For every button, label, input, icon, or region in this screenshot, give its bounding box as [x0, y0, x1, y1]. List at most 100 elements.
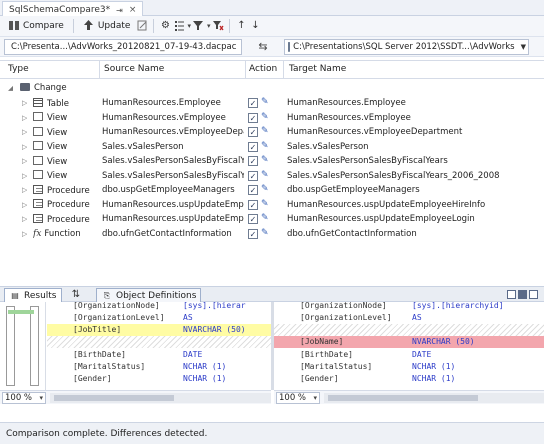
- target-combo[interactable]: C:\Presentations\SQL Server 2012\SSDT...…: [284, 38, 529, 55]
- group-results-icon[interactable]: [173, 20, 185, 32]
- code-line: [OrganizationLevel] AS: [47, 311, 271, 323]
- column-name: [BirthDate]: [300, 349, 353, 359]
- target-zoom-combo[interactable]: 100 % ▾: [276, 391, 320, 404]
- minimap-bar-target: [30, 306, 39, 386]
- table-row[interactable]: ▷ View Sales.vSalesPerson ✓ ✎ Sales.vSalesPer…: [0, 140, 544, 155]
- row-target-name: HumanResources.vEmployee: [287, 112, 411, 123]
- collapse-icon[interactable]: ◢: [8, 84, 13, 92]
- scrollbar-thumb[interactable]: [328, 394, 478, 401]
- include-checkbox[interactable]: ✓: [248, 170, 258, 181]
- table-row[interactable]: ▷ View Sales.vSalesPersonSalesByFiscalYear…: [0, 154, 544, 169]
- tab-results[interactable]: ▤ Results: [4, 288, 62, 302]
- row-type: Procedure: [33, 213, 97, 225]
- column-divider[interactable]: [283, 61, 284, 79]
- include-checkbox[interactable]: ✓: [248, 214, 258, 224]
- compare-button[interactable]: Compare: [4, 18, 68, 35]
- change-action-icon: ✎: [261, 126, 269, 136]
- include-checkbox[interactable]: ✓: [248, 98, 258, 108]
- column-divider[interactable]: [99, 61, 100, 79]
- row-source-name: HumanResources.vEmployee: [102, 112, 226, 123]
- expand-icon[interactable]: ▷: [22, 143, 27, 151]
- chevron-down-icon[interactable]: ▾: [313, 394, 319, 402]
- update-button[interactable]: Update: [79, 18, 135, 35]
- tab-object-definitions[interactable]: ⎘ Object Definitions: [96, 288, 202, 302]
- include-checkbox[interactable]: ✓: [248, 156, 258, 166]
- arrow-up-icon[interactable]: ↑: [235, 20, 247, 32]
- table-row[interactable]: ▷ fx Function dbo.ufnGetContactInformation ✓…: [0, 227, 544, 242]
- column-header-target[interactable]: Target Name: [289, 64, 346, 74]
- chevron-down-icon[interactable]: ▾: [207, 22, 211, 30]
- expand-icon[interactable]: ▷: [22, 157, 27, 165]
- row-type-label: View: [47, 113, 68, 124]
- procedure-icon: [33, 213, 43, 223]
- gear-icon[interactable]: ⚙: [159, 20, 171, 32]
- target-zoom-value: 100 %: [279, 392, 307, 403]
- row-target-name: HumanResources.Employee: [287, 98, 406, 109]
- source-zoom-combo[interactable]: 100 % ▾: [2, 391, 46, 404]
- toolbar-separator: [72, 19, 74, 33]
- expand-icon[interactable]: ▷: [22, 172, 27, 180]
- script-icon[interactable]: [136, 20, 148, 32]
- column-name: [OrganizationNode]: [73, 302, 160, 310]
- table-row[interactable]: ▷ Procedure dbo.uspGetEmployeeManagers ✓ ✎ db…: [0, 183, 544, 198]
- table-row[interactable]: ▷ View HumanResources.vEmployeeDepart ✓ ✎ Hum…: [0, 125, 544, 140]
- scrollbar-thumb[interactable]: [54, 394, 174, 401]
- filter-clear-icon[interactable]: [212, 20, 224, 32]
- table-row[interactable]: ▷ Procedure HumanResources.uspUpdateEmploy…: [0, 212, 544, 227]
- source-horizontal-scrollbar[interactable]: [50, 392, 271, 403]
- table-row[interactable]: ▷ View HumanResources.vEmployee ✓ ✎ HumanReso…: [0, 111, 544, 126]
- column-header-type[interactable]: Type: [8, 64, 29, 74]
- include-checkbox[interactable]: ✓: [248, 199, 258, 210]
- expand-icon[interactable]: ▷: [22, 186, 27, 194]
- include-checkbox[interactable]: ✓: [248, 185, 258, 195]
- chevron-down-icon[interactable]: ▾: [39, 394, 45, 402]
- single-pane-icon[interactable]: [529, 290, 538, 299]
- expand-icon[interactable]: ▷: [22, 128, 27, 136]
- sort-toggle[interactable]: ⇅: [66, 288, 86, 302]
- document-tab[interactable]: SqlSchemaCompare3* ⇥ ×: [2, 1, 144, 16]
- target-sql-pane[interactable]: [OrganizationNode] [sys].[hierarchyid] [Or…: [274, 302, 544, 390]
- row-type-label: Procedure: [47, 200, 90, 211]
- minimap-viewport-marker[interactable]: [8, 310, 34, 314]
- split-vertical-icon[interactable]: [518, 290, 527, 299]
- view-icon: [33, 126, 43, 136]
- group-row-change[interactable]: ◢ Change: [0, 81, 544, 96]
- row-type: View: [33, 155, 97, 167]
- target-horizontal-scrollbar[interactable]: [324, 392, 544, 403]
- table-row[interactable]: ▷ View Sales.vSalesPersonSalesByFiscalYear…: [0, 169, 544, 184]
- row-type-label: View: [47, 156, 68, 167]
- column-name: [JobName]: [300, 337, 344, 347]
- column-header-action[interactable]: Action: [249, 64, 277, 74]
- output-spacer: [0, 404, 544, 422]
- column-type: DATE: [183, 349, 203, 359]
- split-horizontal-icon[interactable]: [507, 290, 516, 299]
- minimap-bar-source: [6, 306, 15, 386]
- source-combo[interactable]: C:\Presenta...\AdvWorks_20120821_07-19-4…: [4, 38, 242, 55]
- difference-minimap[interactable]: [0, 302, 46, 390]
- expand-icon[interactable]: ▷: [22, 114, 27, 122]
- column-divider[interactable]: [245, 61, 246, 79]
- table-row[interactable]: ▷ Table HumanResources.Employee ✓ ✎ HumanReso…: [0, 96, 544, 111]
- source-sql-pane[interactable]: [OrganizationNode] [sys].[hierar [Organiza…: [47, 302, 271, 390]
- include-checkbox[interactable]: ✓: [248, 228, 258, 239]
- filter-icon[interactable]: [193, 20, 205, 32]
- chevron-down-icon[interactable]: ▾: [187, 22, 191, 30]
- include-checkbox[interactable]: ✓: [248, 127, 258, 137]
- expand-icon[interactable]: ▷: [22, 230, 27, 238]
- expand-icon[interactable]: ▷: [22, 99, 27, 107]
- column-type: DATE: [412, 349, 432, 359]
- expand-icon[interactable]: ▷: [22, 201, 27, 209]
- status-text: Comparison complete. Differences detecte…: [6, 428, 208, 439]
- include-checkbox[interactable]: ✓: [248, 141, 258, 152]
- column-header-source[interactable]: Source Name: [104, 64, 164, 74]
- include-checkbox[interactable]: ✓: [248, 112, 258, 123]
- swap-icon[interactable]: ⇆: [242, 40, 284, 53]
- row-source-name: dbo.uspGetEmployeeManagers: [102, 185, 235, 196]
- chevron-down-icon[interactable]: ▼: [518, 43, 526, 51]
- close-icon[interactable]: ×: [129, 5, 137, 15]
- arrow-down-icon[interactable]: ↓: [249, 20, 261, 32]
- group-label: Change: [20, 83, 67, 93]
- table-row[interactable]: ▷ Procedure HumanResources.uspUpdateEmploy…: [0, 198, 544, 213]
- pin-icon[interactable]: ⇥: [116, 6, 123, 15]
- expand-icon[interactable]: ▷: [22, 215, 27, 223]
